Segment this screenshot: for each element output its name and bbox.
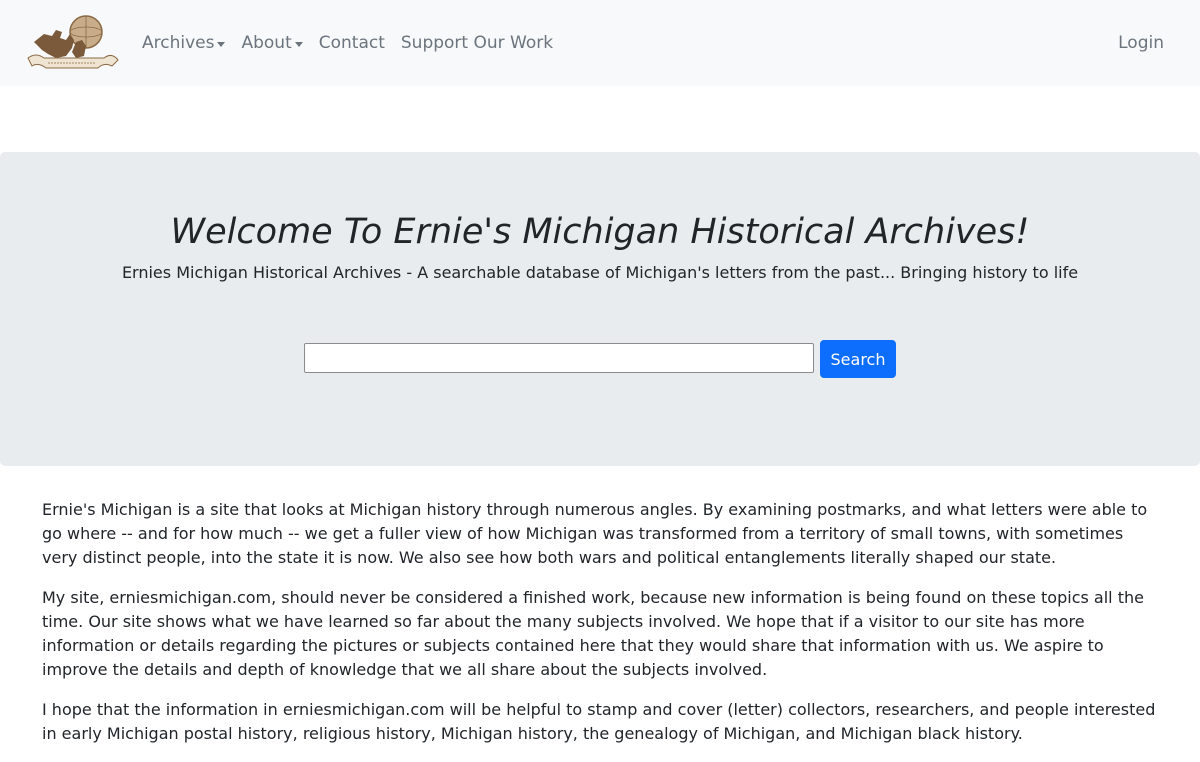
nav-contact-link[interactable]: Contact (319, 33, 385, 53)
nav-support-link[interactable]: Support Our Work (401, 33, 553, 53)
caret-down-icon (294, 41, 303, 47)
intro-paragraph: Ernie's Michigan is a site that looks at… (42, 500, 1148, 567)
intro-paragraph: I hope that the information in erniesmic… (42, 700, 1156, 743)
hero-jumbotron: Welcome To Ernie's Michigan Historical A… (0, 152, 1200, 466)
search-button[interactable]: Search (820, 340, 896, 378)
page-subtitle: Ernies Michigan Historical Archives - A … (121, 263, 1079, 282)
nav-archives-label: Archives (142, 33, 215, 53)
nav-about-label: About (241, 33, 292, 53)
page-title: Welcome To Ernie's Michigan Historical A… (170, 212, 1030, 252)
intro-paragraph: My site, erniesmichigan.com, should neve… (42, 588, 1144, 679)
login-link[interactable]: Login (1118, 0, 1164, 86)
nav-menu: Archives About Contact Support Our Work (142, 0, 569, 86)
site-logo[interactable] (26, 12, 120, 74)
caret-down-icon (217, 41, 226, 47)
top-navbar: Archives About Contact Support Our Work … (0, 0, 1200, 86)
nav-archives-dropdown[interactable]: Archives (142, 33, 226, 53)
intro-content: Ernie's Michigan is a site that looks at… (42, 498, 1162, 762)
michigan-logo-icon (27, 15, 119, 69)
search-input[interactable] (304, 343, 814, 373)
nav-about-dropdown[interactable]: About (241, 33, 303, 53)
